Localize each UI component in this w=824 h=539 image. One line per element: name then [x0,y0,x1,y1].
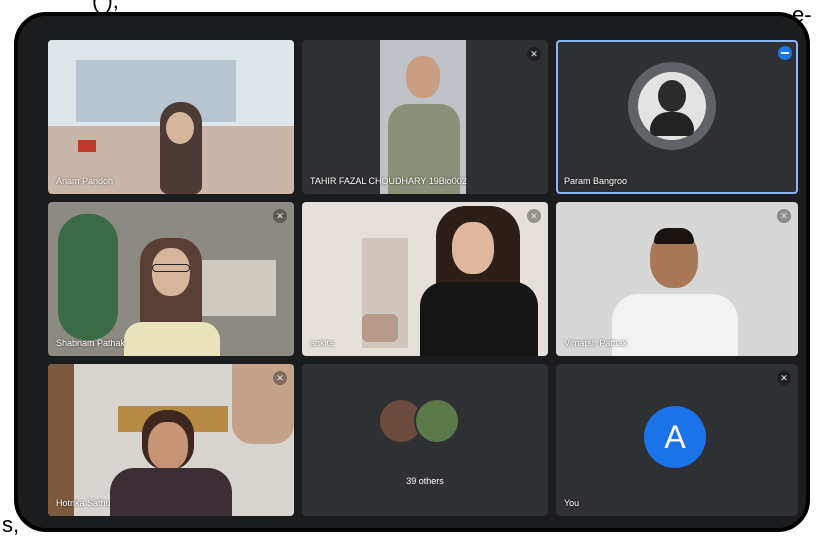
participant-name: TAHIR FAZAL CHOUDHARY 19Bio002 [310,176,467,186]
participant-name: ankita [310,338,335,348]
participant-clothes [110,468,232,516]
decor [362,314,398,342]
participant-hair [654,228,694,244]
participant-face [452,222,494,274]
glasses [152,264,190,272]
self-avatar: A [644,406,706,468]
participant-face [406,56,440,98]
participant-name: Hotrika Sathu [56,498,111,508]
participant-shirt [420,282,538,356]
participant-face [166,112,194,144]
participant-shirt [612,294,738,356]
window-panes [76,60,236,122]
participant-tile-ankita[interactable]: ✕ ankita [302,202,548,356]
document-text-fragment-bottom: s, [2,512,20,537]
meeting-grid-frame: Anam Pandoh ✕ TAHIR FAZAL CHOUDHARY 19Bi… [14,12,810,532]
participant-tile-tahir[interactable]: ✕ TAHIR FAZAL CHOUDHARY 19Bio002 [302,40,548,194]
others-count: 39 others [406,476,444,486]
participant-name: You [564,498,580,508]
shelf [198,260,276,316]
mic-off-icon: ✕ [777,371,791,385]
participant-name: Shabnam Pathak [56,338,126,348]
participant-face [152,248,190,296]
participant-shirt [124,322,220,356]
self-tile[interactable]: A ✕ You [556,364,798,516]
others-tile[interactable]: 39 others [302,364,548,516]
speaking-indicator-icon [778,46,792,60]
mug [78,140,96,152]
mic-off-icon: ✕ [527,47,541,61]
avatar-hair [658,80,686,112]
mic-off-icon: ✕ [527,209,541,223]
participant-name: Anam Pandoh [56,176,114,186]
participant-tile-anam[interactable]: Anam Pandoh [48,40,294,194]
mic-off-icon: ✕ [273,371,287,385]
avatar-shirt [650,112,694,136]
participant-tile-hotrika[interactable]: ✕ Hotrika Sathu [48,364,294,516]
doorframe [48,364,74,516]
mic-off-icon: ✕ [777,209,791,223]
participant-name: Vimarsh Pathak [564,338,628,348]
mic-off-icon: ✕ [273,209,287,223]
participant-face [148,422,188,470]
participant-name: Param Bangroo [564,176,628,186]
participant-tile-param[interactable]: Param Bangroo [556,40,798,194]
plant [58,214,118,340]
participant-tile-shabnam[interactable]: ✕ Shabnam Pathak [48,202,294,356]
avatar-other-2 [414,398,460,444]
participant-tile-vimarsh[interactable]: ✕ Vimarsh Pathak [556,202,798,356]
